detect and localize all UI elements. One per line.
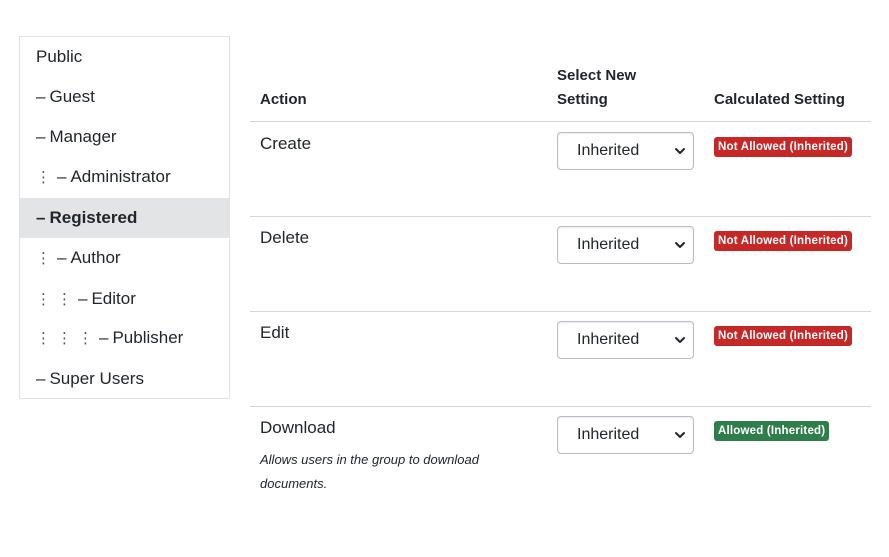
column-header-select-line-2: Setting — [557, 91, 608, 108]
chevron-down-icon — [675, 337, 685, 343]
group-item-public[interactable]: Public — [20, 37, 229, 77]
tree-dash: – — [36, 87, 46, 106]
permission-setting-select[interactable]: Inherited — [557, 132, 694, 170]
chevron-down-icon — [675, 148, 685, 154]
row-divider — [250, 311, 871, 312]
vertical-ellipsis-icon: ⋮ — [36, 291, 51, 308]
group-item-guest[interactable]: – Guest — [20, 77, 229, 117]
group-item-label: Super Users — [49, 369, 144, 388]
group-item-author[interactable]: ⋮ – Author — [20, 238, 229, 278]
status-badge-not-allowed: Not Allowed (Inherited) — [714, 137, 853, 157]
permission-setting-select[interactable]: Inherited — [557, 321, 694, 359]
permission-row-download: Download Allows users in the group to dow… — [250, 406, 871, 526]
chevron-down-icon — [675, 432, 685, 438]
select-value: Inherited — [577, 142, 640, 159]
group-item-editor[interactable]: ⋮ ⋮ – Editor — [20, 279, 229, 319]
vertical-ellipsis-icon: ⋮ — [57, 291, 72, 308]
chevron-down-icon — [675, 242, 685, 248]
group-item-label: Manager — [49, 127, 117, 146]
vertical-ellipsis-icon: ⋮ — [78, 330, 93, 347]
tree-dash: – — [36, 127, 46, 146]
action-name: Download — [260, 418, 336, 437]
group-item-label: Publisher — [112, 328, 184, 347]
action-name: Edit — [260, 323, 290, 342]
vertical-ellipsis-icon: ⋮ — [36, 169, 51, 186]
tree-dash: – — [57, 167, 67, 186]
column-header-select-line-1: Select New — [557, 67, 637, 84]
permission-row-create: Create Inherited Not Allowed (Inherited) — [250, 122, 871, 216]
status-badge-allowed: Allowed (Inherited) — [714, 421, 830, 441]
tree-dash: – — [99, 328, 109, 347]
row-divider — [250, 216, 871, 217]
select-value: Inherited — [577, 426, 640, 443]
group-item-administrator[interactable]: ⋮ – Administrator — [20, 157, 229, 197]
group-item-label: Guest — [49, 87, 95, 106]
permission-setting-select[interactable]: Inherited — [557, 416, 694, 454]
action-description: Allows users in the group to download do… — [260, 452, 479, 491]
group-item-registered[interactable]: – Registered — [20, 198, 229, 238]
group-item-label: Administrator — [70, 167, 171, 186]
group-item-publisher[interactable]: ⋮ ⋮ ⋮ – Publisher — [20, 318, 229, 358]
action-name: Create — [260, 134, 312, 153]
column-header-calculated-setting: Calculated Setting — [714, 91, 845, 108]
status-badge-not-allowed: Not Allowed (Inherited) — [714, 326, 853, 346]
tree-dash: – — [57, 248, 67, 267]
tree-dash: – — [36, 369, 46, 388]
vertical-ellipsis-icon: ⋮ — [57, 330, 72, 347]
column-header-select-new-setting: Select New Setting — [557, 64, 636, 112]
permission-setting-select[interactable]: Inherited — [557, 226, 694, 264]
group-item-super-users[interactable]: – Super Users — [20, 359, 229, 399]
tree-dash: – — [78, 289, 88, 308]
status-badge-not-allowed: Not Allowed (Inherited) — [714, 231, 853, 251]
select-value: Inherited — [577, 331, 640, 348]
permission-row-delete: Delete Inherited Not Allowed (Inherited) — [250, 216, 871, 311]
row-divider — [250, 406, 871, 407]
group-item-label: Author — [70, 248, 121, 267]
user-group-tree: Public – Guest – Manager ⋮ – Administrator –… — [19, 36, 230, 399]
group-item-label: Public — [36, 47, 83, 66]
select-value: Inherited — [577, 236, 640, 253]
tree-dash: – — [36, 208, 46, 227]
group-item-label: Editor — [91, 289, 136, 308]
permission-row-edit: Edit Inherited Not Allowed (Inherited) — [250, 311, 871, 406]
action-name: Delete — [260, 228, 310, 247]
vertical-ellipsis-icon: ⋮ — [36, 330, 51, 347]
group-item-label: Registered — [49, 208, 138, 227]
group-item-manager[interactable]: – Manager — [20, 117, 229, 157]
column-header-action: Action — [260, 91, 307, 108]
vertical-ellipsis-icon: ⋮ — [36, 250, 51, 267]
